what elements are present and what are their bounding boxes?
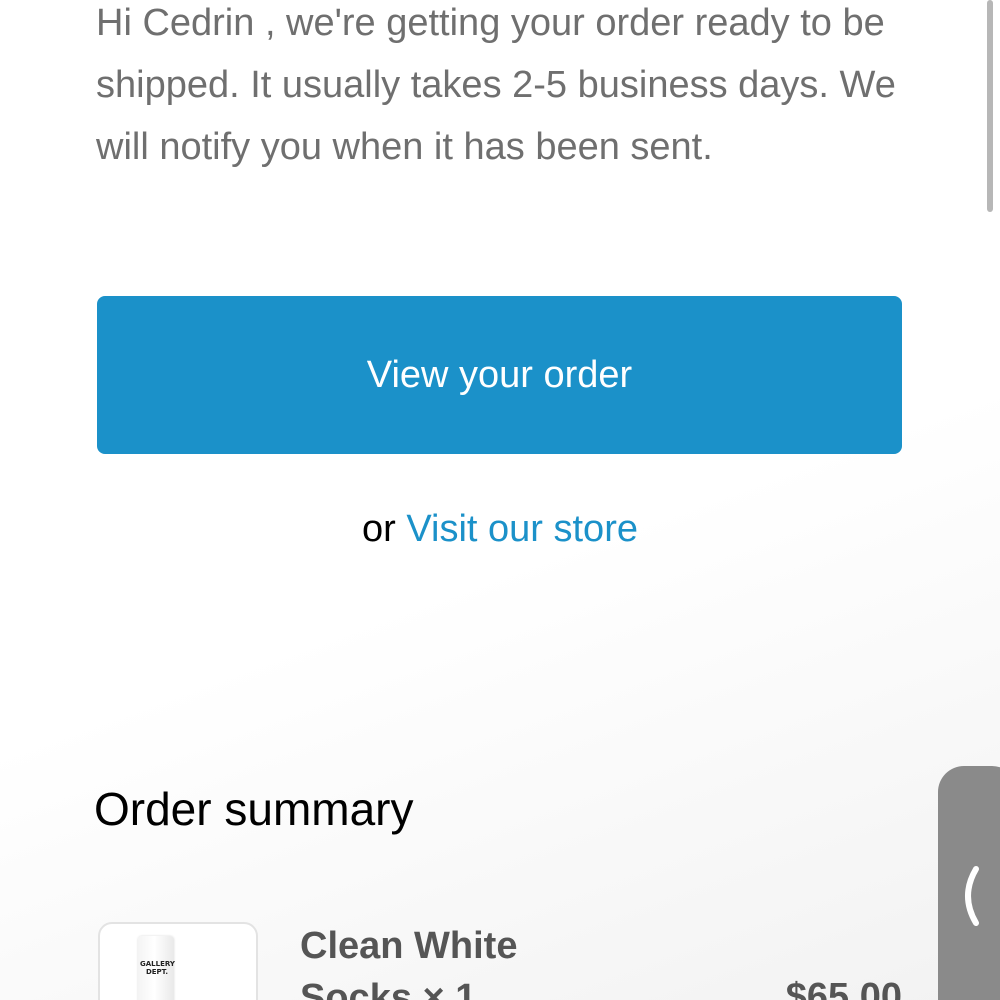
scrollbar[interactable]: [987, 0, 993, 212]
product-name: Clean White Socks × 1: [300, 925, 518, 1000]
order-summary-title: Order summary: [94, 783, 414, 835]
product-thumbnail: GALLERY DEPT.: [98, 922, 258, 1000]
brand-logo-line1: GALLERY: [140, 960, 175, 968]
or-text: or: [362, 508, 396, 550]
chevron-left-icon: [965, 866, 979, 926]
view-order-button[interactable]: View your order: [97, 296, 902, 454]
order-status-message: Hi Cedrin , we're getting your order rea…: [96, 2, 896, 168]
order-confirmation-page: Hi Cedrin , we're getting your order rea…: [0, 0, 1000, 1000]
product-price: $65.00: [785, 976, 902, 1000]
brand-logo: GALLERY DEPT.: [140, 960, 175, 976]
visit-store-link[interactable]: Visit our store: [406, 508, 638, 550]
brand-logo-line2: DEPT.: [145, 968, 169, 976]
visit-store-line: or Visit our store: [0, 508, 1000, 551]
side-panel-handle[interactable]: [938, 766, 1000, 1000]
